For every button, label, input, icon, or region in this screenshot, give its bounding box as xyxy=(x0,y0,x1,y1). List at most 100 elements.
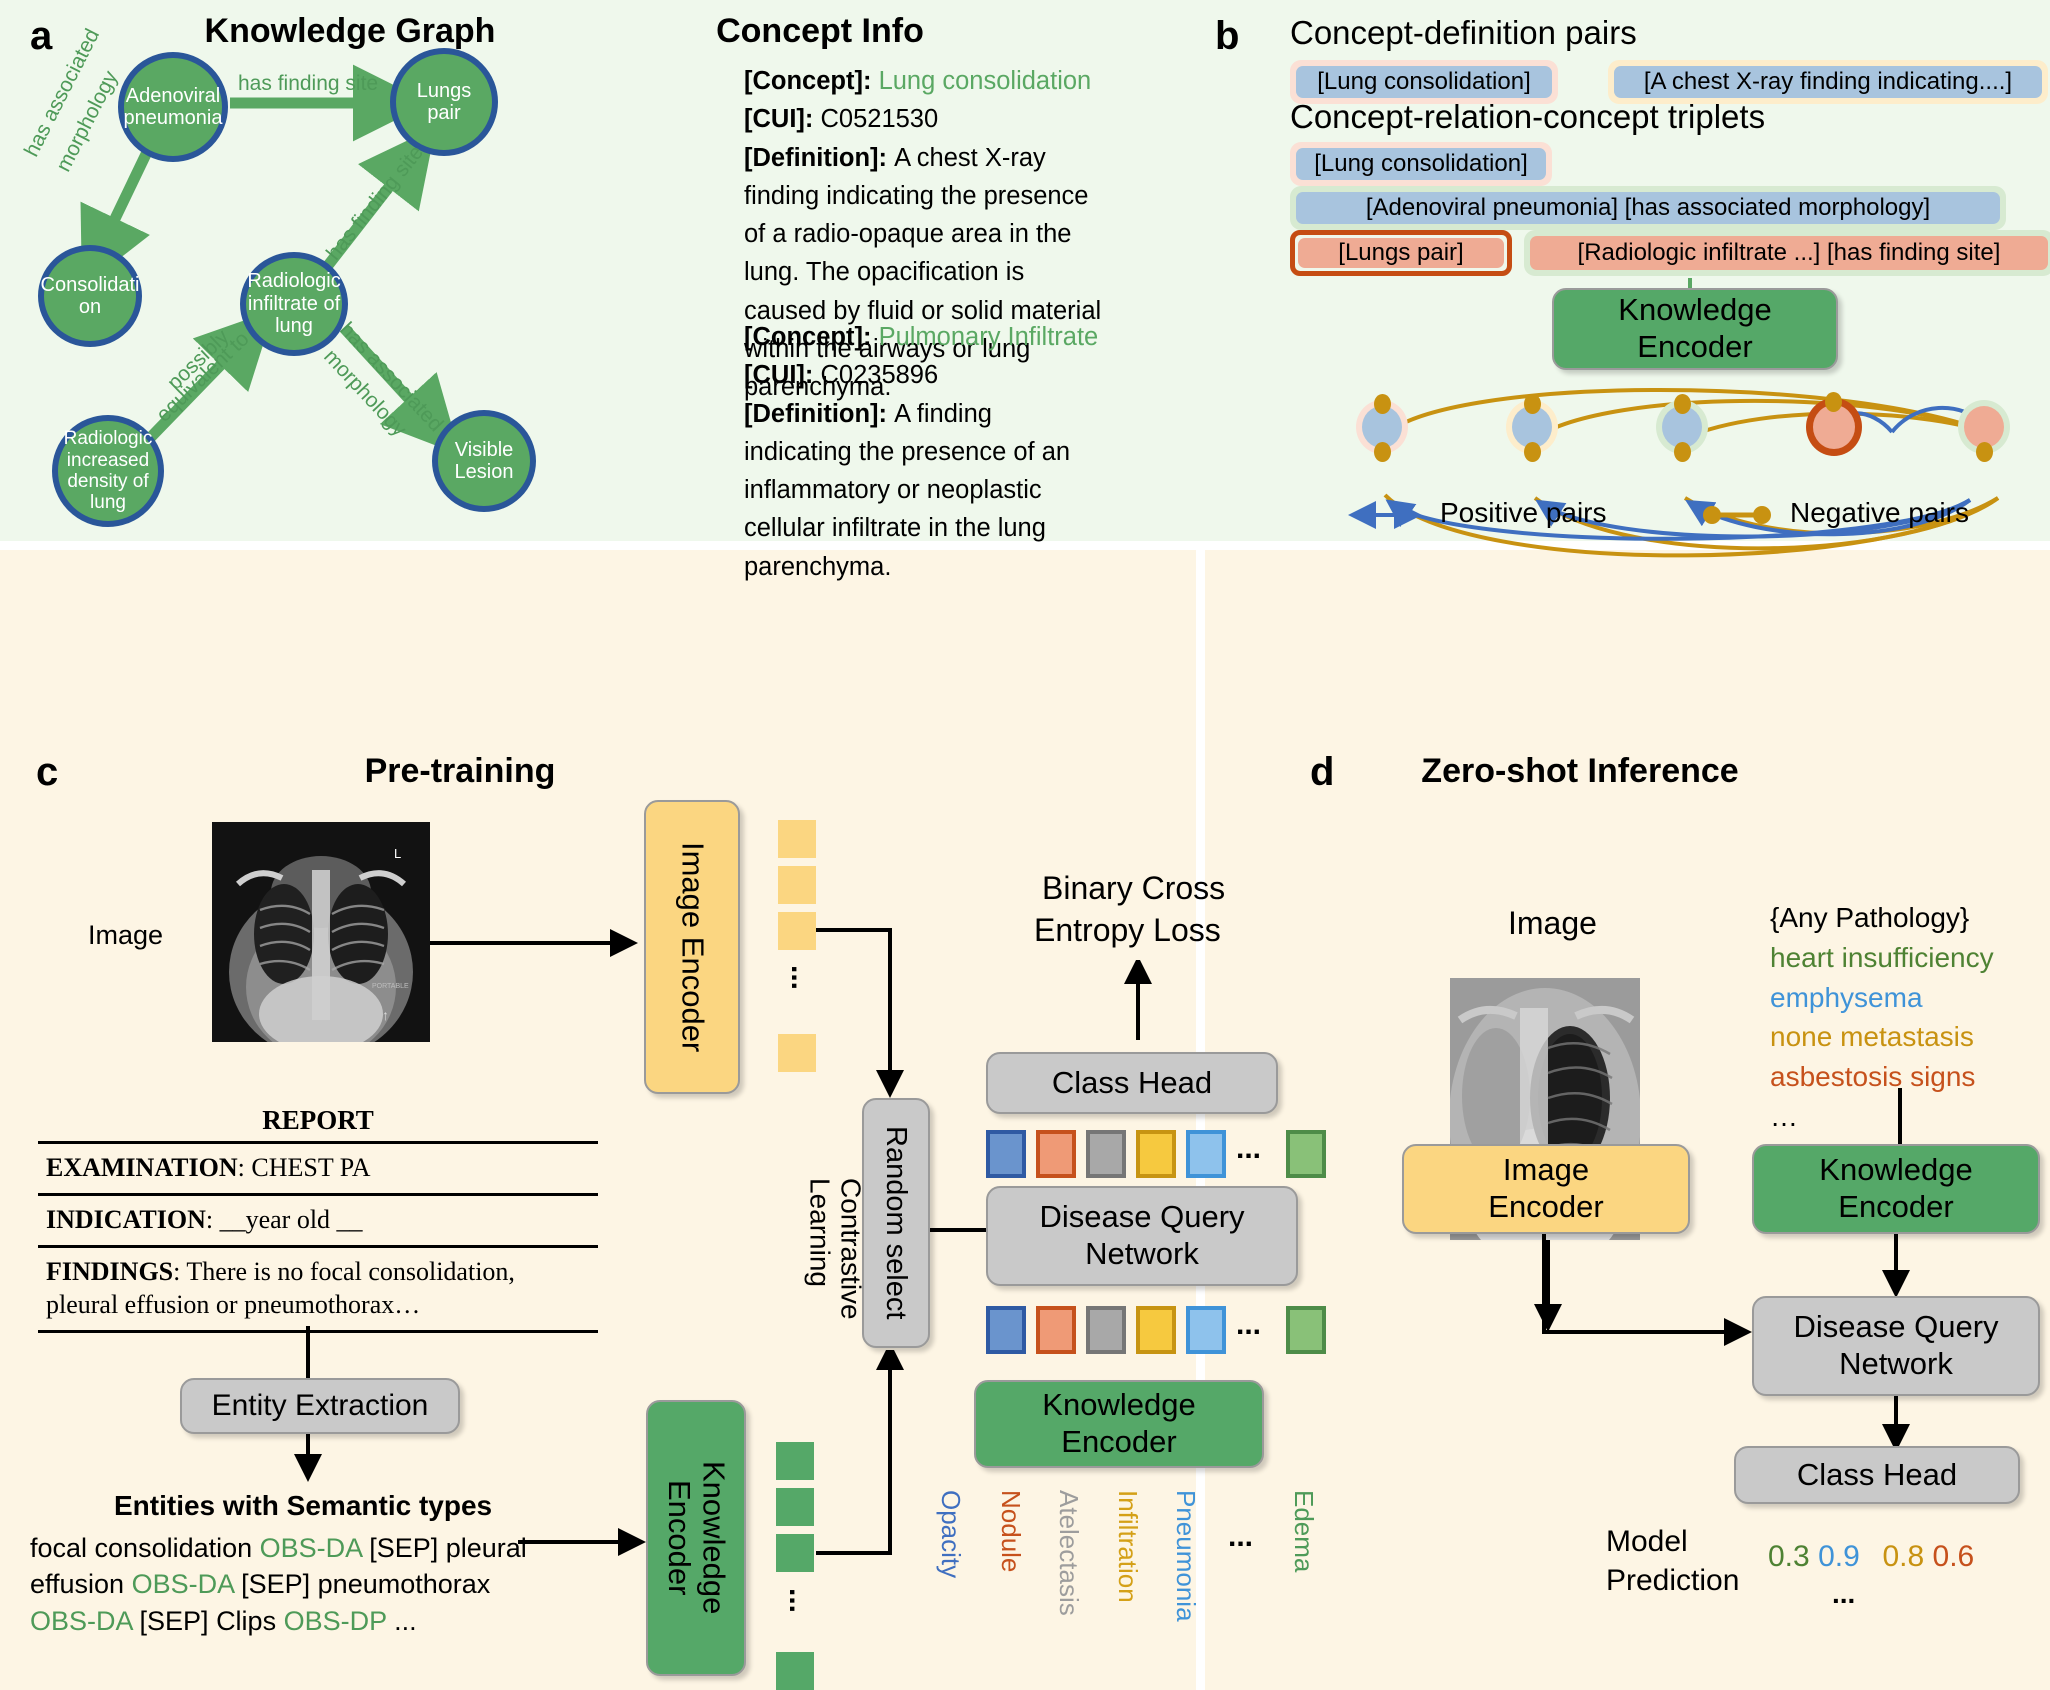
class-token-row1-3 xyxy=(1086,1130,1126,1178)
knowledge-token-connectors xyxy=(816,1350,904,1555)
panel-c-image-label: Image xyxy=(88,920,164,950)
panel-d-letter: d xyxy=(1310,750,1335,794)
knowledge-encoder-line2: Encoder xyxy=(1061,1424,1177,1459)
panel-c-disease-query-network[interactable]: Disease Query Network xyxy=(986,1186,1298,1286)
panel-d-image-label: Image xyxy=(1508,905,1597,941)
concept-definition-pairs-heading: Concept-definition pairs xyxy=(1290,14,1637,51)
panel-c-image-encoder[interactable]: Image Encoder xyxy=(644,800,740,1094)
kg-node-radiologic-infiltrate-of-lung[interactable]: Radiologic infiltrate of lung xyxy=(240,252,348,356)
entities-with-semantic-types-title: Entities with Semantic types xyxy=(114,1490,493,1521)
class-token-row2-5 xyxy=(1186,1306,1226,1354)
knowledge-encoder-line1: Knowledge xyxy=(1819,1152,1973,1188)
knowledge-encoder-line2: Encoder xyxy=(1838,1189,1954,1224)
panel-d-knowledge-to-dqn-arrow xyxy=(1882,1234,1910,1298)
entities-l2-tok-1: effusion xyxy=(30,1569,132,1600)
entities-l3-tok-2: [SEP] Clips xyxy=(132,1605,284,1636)
panel-c-letter: c xyxy=(36,750,59,794)
cui-value: C0521530 xyxy=(820,105,939,134)
cui-key: [CUI]: xyxy=(744,361,821,390)
kg-node-visible-lesion[interactable]: Visible Lesion xyxy=(432,410,536,512)
class-token-row2-3 xyxy=(1086,1306,1126,1354)
panel-d-class-head[interactable]: Class Head xyxy=(1734,1446,2020,1504)
kg-node-adenoviral-pneumonia[interactable]: Adenoviral pneumonia xyxy=(118,52,228,162)
contrastive-node-5-bottom-dot xyxy=(1976,442,1993,462)
chip-triplet-target[interactable]: [Lungs pair] xyxy=(1298,238,1504,268)
examination-key: EXAMINATION xyxy=(46,1153,238,1182)
report-title: REPORT xyxy=(262,1105,374,1135)
class-token-row2-last xyxy=(1286,1306,1326,1354)
figure-root: a Knowledge Graph Adenoviral pneumonia L… xyxy=(0,0,2050,1690)
model-prediction-label: Model Prediction xyxy=(1606,1522,1739,1600)
kg-node-label: Radiologic increased density of lung xyxy=(63,428,153,514)
panel-d-disease-query-network[interactable]: Disease Query Network xyxy=(1752,1296,2040,1396)
entities-l2-tok-3: [SEP] pneumothorax xyxy=(233,1569,491,1600)
definition-key: [Definition]: xyxy=(744,143,895,172)
contrastive-node-1-bottom-dot xyxy=(1374,442,1391,462)
model-prediction-line2: Prediction xyxy=(1606,1564,1740,1597)
image-encoder-line2: Encoder xyxy=(675,936,711,1053)
panel-d-knowledge-encoder[interactable]: Knowledge Encoder xyxy=(1752,1144,2040,1234)
loss-label-line1: Binary Cross xyxy=(1042,870,1226,906)
concept-value: Pulmonary Infiltrate xyxy=(878,323,1099,351)
class-token-row2-ellipsis: ... xyxy=(1236,1308,1262,1341)
prediction-values: 0.3 0.9 0.8 0.6 xyxy=(1768,1540,1974,1574)
kg-node-radiologic-increased-density-of-lung[interactable]: Radiologic increased density of lung xyxy=(52,415,164,527)
disease-label-atelectasis: Atelectasis xyxy=(1054,1490,1084,1616)
panel-c-xray-image: L PORTABLE ↑ xyxy=(212,822,430,1042)
dqn-line1: Disease Query xyxy=(1793,1309,1999,1345)
concept-entry-2-line: [Concept]: Pulmonary Infiltrate xyxy=(744,318,1104,356)
kg-node-label: Radiologic infiltrate of lung xyxy=(247,270,341,338)
legend-positive-pairs-label: Positive pairs xyxy=(1440,497,1607,528)
chip-definition-pair[interactable]: [A chest X-ray finding indicating....] xyxy=(1614,66,2042,98)
kg-node-label: Visible Lesion xyxy=(454,438,514,483)
cui-entry-1-line: [CUI]: C0521530 xyxy=(744,100,1104,138)
chip-triplet-relation2[interactable]: [Radiologic infiltrate ...] [has finding… xyxy=(1530,236,2048,270)
chip-triplet-concept[interactable]: [Lung consolidation] xyxy=(1296,148,1546,180)
chip-concept-pair[interactable]: [Lung consolidation] xyxy=(1296,66,1552,98)
entities-l3-tok-1: OBS-DA xyxy=(30,1605,133,1636)
entities-l2-tok-2: OBS-DA xyxy=(131,1569,234,1600)
contrastive-learning-label: Contrastive Learning xyxy=(804,1178,866,1378)
panel-d-image-encoder[interactable]: Image Encoder xyxy=(1402,1144,1690,1234)
knowledge-token-1 xyxy=(776,1442,814,1480)
panel-c-entity-extraction[interactable]: Entity Extraction xyxy=(180,1378,460,1434)
class-token-row1-last xyxy=(1286,1130,1326,1178)
cui-entry-2-line: [CUI]: C0235896 xyxy=(744,356,1104,394)
concept-key: [Concept]: xyxy=(744,67,879,95)
class-token-row2-2 xyxy=(1036,1306,1076,1354)
disease-labels-ellipsis: ... xyxy=(1228,1520,1254,1553)
class-token-row1-4 xyxy=(1136,1130,1176,1178)
image-token-last xyxy=(778,1034,816,1072)
report-row-findings: FINDINGS: There is no focal consolidatio… xyxy=(38,1244,598,1334)
prediction-value-4: 0.6 xyxy=(1932,1540,1975,1573)
contrastive-node-4-top-dot xyxy=(1825,392,1842,412)
concept-relation-concept-triplets-heading: Concept-relation-concept triplets xyxy=(1290,98,1766,135)
findings-key: FINDINGS xyxy=(46,1256,174,1286)
knowledge-encoder-text: Knowledge Encoder xyxy=(661,1402,732,1674)
dqn-line2: Network xyxy=(1085,1236,1199,1271)
knowledge-encoder-line1: Knowledge xyxy=(1042,1387,1196,1423)
knowledge-tokens-ellipsis: ... xyxy=(783,1588,816,1614)
entities-body: focal consolidation OBS-DA [SEP] pleural… xyxy=(30,1530,590,1639)
disease-label-pneumonia: Pneumonia xyxy=(1171,1490,1201,1622)
kg-node-lungs-pair[interactable]: Lungs pair xyxy=(390,48,498,156)
panel-b-knowledge-encoder[interactable]: Knowledge Encoder xyxy=(1552,288,1838,370)
contrastive-node-3-bottom-dot xyxy=(1674,442,1691,462)
legend-positive-icon xyxy=(1348,501,1422,529)
entities-tok-2: OBS-DA xyxy=(259,1533,362,1563)
image-token-1 xyxy=(778,820,816,858)
panel-c-random-select[interactable]: Random select xyxy=(862,1098,930,1348)
knowledge-encoder-line2: Encoder xyxy=(1637,329,1753,364)
dqn-line2: Network xyxy=(1839,1346,1953,1381)
class-token-row1-1 xyxy=(986,1130,1026,1178)
panel-c-text-knowledge-encoder[interactable]: Knowledge Encoder xyxy=(646,1400,746,1676)
contrastive-node-2-bottom-dot xyxy=(1524,442,1541,462)
panel-c-class-head[interactable]: Class Head xyxy=(986,1052,1278,1114)
pathology-heart-insufficiency: heart insufficiency xyxy=(1770,941,1994,973)
chip-triplet-relation[interactable]: [Adenoviral pneumonia] [has associated m… xyxy=(1296,192,2000,224)
svg-text:PORTABLE: PORTABLE xyxy=(372,983,409,990)
panel-c-knowledge-encoder[interactable]: Knowledge Encoder xyxy=(974,1380,1264,1468)
kg-node-consolidation[interactable]: Consolidati on xyxy=(38,245,142,347)
cui-value: C0235896 xyxy=(820,361,939,390)
image-encoder-line1: Image xyxy=(675,841,711,929)
